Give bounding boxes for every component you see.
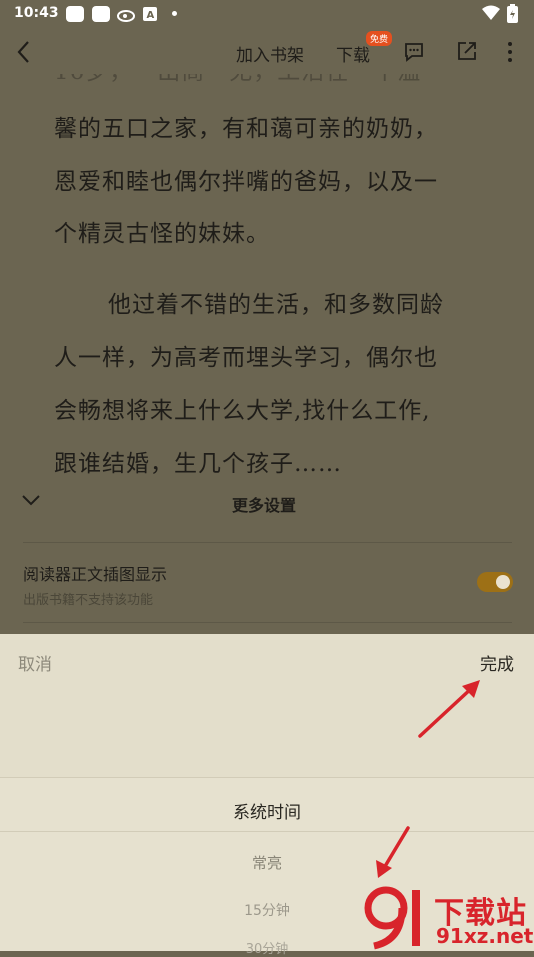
illustration-toggle[interactable]	[477, 572, 513, 592]
add-to-shelf-button[interactable]: 加入书架	[236, 41, 304, 66]
app-a-icon: A	[143, 7, 157, 21]
cancel-button[interactable]: 取消	[18, 650, 52, 675]
picker-selection-line	[0, 831, 534, 832]
app-notification-icon	[66, 6, 84, 22]
chevron-down-icon[interactable]	[22, 494, 40, 506]
text-line: 会畅想将来上什么大学,找什么工作,	[54, 398, 431, 424]
status-time: 10:43	[14, 5, 59, 21]
more-settings-header: 更多设置	[0, 480, 534, 524]
site-watermark: 下载站 91xz.net	[362, 886, 534, 950]
annotation-arrow-icon	[376, 826, 410, 878]
watermark-url: 91xz.net	[436, 924, 534, 948]
more-settings-title: 更多设置	[232, 496, 297, 515]
weibo-icon	[117, 10, 135, 22]
divider	[23, 622, 512, 623]
annotation-arrow-icon	[418, 680, 480, 738]
text-line: 他过着不错的生活，和多数同龄	[108, 292, 444, 318]
app-notification-icon	[92, 6, 110, 22]
text-line: 恩爱和睦也偶尔拌嘴的爸妈，以及一	[54, 169, 438, 195]
text-line: 馨的五口之家，有和蔼可亲的奶奶，	[54, 116, 438, 142]
done-button[interactable]: 完成	[480, 650, 514, 675]
toggle-knob	[496, 575, 510, 589]
divider	[23, 542, 512, 543]
reader-toolbar: 加入书架 下载	[0, 30, 534, 74]
illustration-setting-label: 阅读器正文插图显示	[23, 565, 168, 584]
watermark-logo-icon	[364, 886, 420, 950]
svg-text:A: A	[147, 10, 155, 21]
status-bar: 10:43 A	[0, 0, 534, 28]
picker-option-selected[interactable]: 系统时间	[0, 798, 534, 823]
illustration-setting-hint: 出版书籍不支持该功能	[23, 593, 154, 608]
share-icon[interactable]	[456, 40, 478, 62]
text-line: 个精灵古怪的妹妹。	[54, 221, 270, 247]
download-free-badge: 免费	[366, 31, 393, 46]
back-arrow-icon[interactable]	[16, 40, 32, 64]
text-line: 跟谁结婚，生几个孩子……	[54, 451, 342, 477]
text-line: 人一样，为高考而埋头学习，偶尔也	[54, 345, 438, 371]
wifi-icon	[482, 5, 500, 20]
more-options-icon[interactable]	[506, 40, 514, 64]
download-button[interactable]: 下载	[336, 41, 370, 66]
battery-icon	[507, 4, 518, 23]
picker-option[interactable]: 常亮	[0, 852, 534, 873]
notification-dot-icon	[172, 11, 177, 16]
comment-icon[interactable]	[402, 40, 426, 64]
